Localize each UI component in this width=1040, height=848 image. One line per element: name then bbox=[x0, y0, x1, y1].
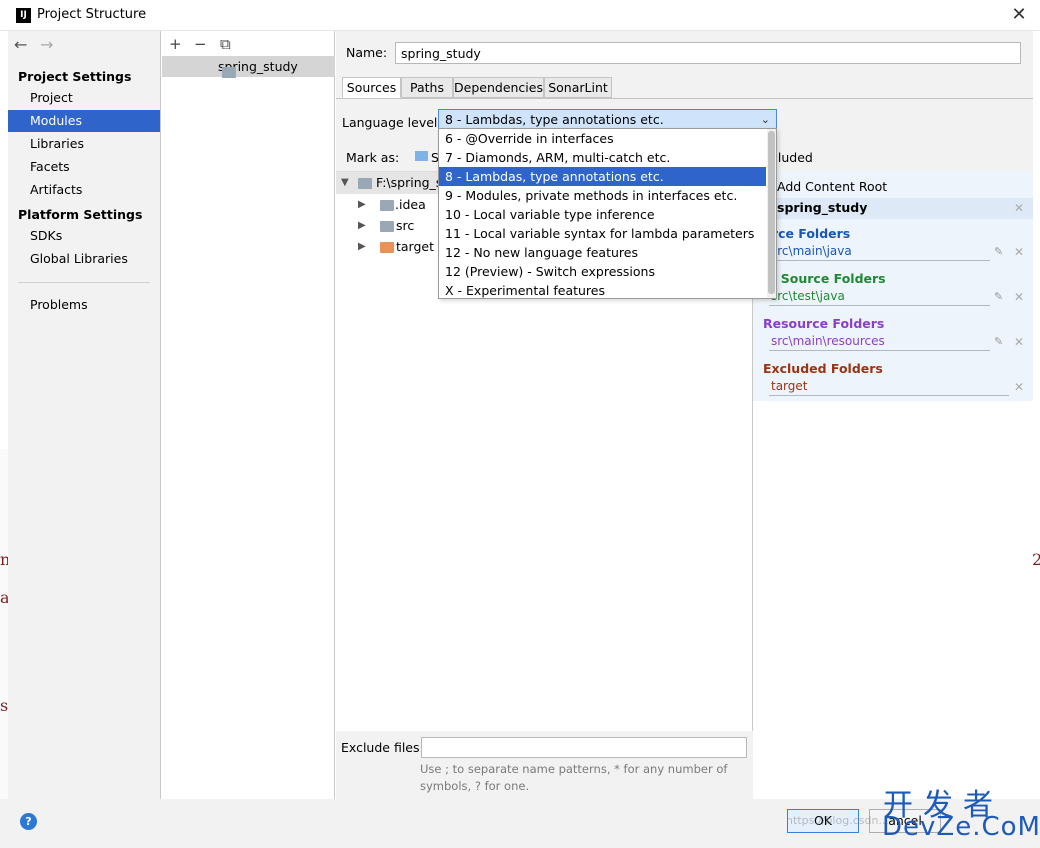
remove-module-icon[interactable]: − bbox=[194, 35, 207, 53]
hint-line: symbols, ? for one. bbox=[420, 779, 530, 793]
tab-paths[interactable]: Paths bbox=[401, 77, 453, 98]
sidebar-item-project[interactable]: Project bbox=[8, 87, 160, 109]
excluded-folders-heading: Excluded Folders bbox=[763, 361, 883, 376]
resource-folder-path: src\main\resources bbox=[771, 334, 885, 348]
dropdown-option[interactable]: 6 - @Override in interfaces bbox=[439, 129, 766, 148]
module-list-item[interactable]: spring_study bbox=[162, 56, 335, 78]
content-roots-panel: Add Content Root spring_study ✕ urce Fol… bbox=[753, 171, 1033, 799]
edit-pencil-icon[interactable]: ✎ bbox=[994, 290, 1003, 303]
edit-pencil-icon[interactable]: ✎ bbox=[994, 335, 1003, 348]
dropdown-option-selected[interactable]: 8 - Lambdas, type annotations etc. bbox=[439, 167, 766, 186]
chevron-down-icon: ⌄ bbox=[760, 113, 770, 126]
path-underline bbox=[769, 260, 990, 261]
folder-icon bbox=[380, 221, 394, 232]
sources-folder-icon bbox=[415, 151, 428, 161]
sidebar-item-facets[interactable]: Facets bbox=[8, 156, 160, 178]
platform-settings-heading: Platform Settings bbox=[18, 207, 143, 222]
sidebar-item-problems[interactable]: Problems bbox=[8, 294, 160, 316]
source-folder-path: src\main\java bbox=[771, 244, 852, 258]
excluded-folder-icon bbox=[380, 242, 394, 253]
path-underline bbox=[769, 395, 1009, 396]
dropdown-option[interactable]: 12 (Preview) - Switch expressions bbox=[439, 262, 766, 281]
chevron-right-icon[interactable]: ▶ bbox=[358, 199, 366, 210]
tree-item-label: target bbox=[396, 239, 435, 254]
content-root-name: spring_study bbox=[777, 200, 868, 215]
exclude-files-section: Exclude files: Use ; to separate name pa… bbox=[336, 731, 753, 799]
watermark: https://blog.csdn... 开发者 DevZe.CoM bbox=[786, 778, 1040, 844]
folder-icon bbox=[380, 200, 394, 211]
remove-icon[interactable]: ✕ bbox=[1014, 290, 1024, 304]
sidebar-divider bbox=[18, 282, 150, 283]
module-name-input[interactable] bbox=[395, 42, 1021, 64]
back-arrow-icon[interactable]: ← bbox=[14, 35, 27, 54]
test-folder-path: src\test\java bbox=[771, 289, 845, 303]
modules-list-panel: + − ⧉ spring_study bbox=[162, 31, 335, 799]
sidebar-item-artifacts[interactable]: Artifacts bbox=[8, 179, 160, 201]
background-glyph: 2 bbox=[1032, 550, 1040, 569]
dropdown-option[interactable]: 12 - No new language features bbox=[439, 243, 766, 262]
sidebar-item-modules[interactable]: Modules bbox=[8, 110, 160, 132]
tab-sources[interactable]: Sources bbox=[342, 77, 401, 98]
language-level-select[interactable]: 8 - Lambdas, type annotations etc. ⌄ bbox=[438, 109, 777, 130]
exclude-files-hint: Use ; to separate name patterns, * for a… bbox=[420, 761, 740, 795]
tab-divider bbox=[336, 98, 1033, 99]
tree-root-label: F:\spring_s bbox=[376, 175, 443, 190]
sidebar-item-libraries[interactable]: Libraries bbox=[8, 133, 160, 155]
edit-pencil-icon[interactable]: ✎ bbox=[994, 245, 1003, 258]
tab-dependencies[interactable]: Dependencies bbox=[453, 77, 544, 98]
tab-sonarlint[interactable]: SonarLint bbox=[544, 77, 612, 98]
sidebar-item-sdks[interactable]: SDKs bbox=[8, 225, 160, 247]
add-content-root-button[interactable]: Add Content Root bbox=[777, 179, 887, 194]
scrollbar-thumb[interactable] bbox=[768, 131, 775, 294]
title-bar: IJ Project Structure ✕ bbox=[0, 0, 1040, 31]
watermark-url: https://blog.csdn... bbox=[786, 814, 889, 827]
chevron-right-icon[interactable]: ▶ bbox=[358, 241, 366, 252]
dropdown-option[interactable]: X - Experimental features bbox=[439, 281, 766, 300]
background-page: n a s bbox=[0, 449, 10, 848]
language-level-dropdown: 6 - @Override in interfaces 7 - Diamonds… bbox=[438, 128, 777, 299]
sidebar-item-global-libraries[interactable]: Global Libraries bbox=[8, 248, 160, 270]
language-level-value: 8 - Lambdas, type annotations etc. bbox=[445, 112, 664, 127]
watermark-text-bottom: DevZe.CoM bbox=[882, 812, 1040, 842]
excluded-folder-path: target bbox=[771, 379, 808, 393]
tree-item-label: .idea bbox=[395, 197, 426, 212]
hint-line: Use ; to separate name patterns, * for a… bbox=[420, 762, 728, 776]
exclude-files-label: Exclude files: bbox=[341, 740, 424, 755]
language-level-label: Language level: bbox=[342, 115, 442, 130]
copy-module-icon[interactable]: ⧉ bbox=[220, 35, 231, 53]
dropdown-option[interactable]: 10 - Local variable type inference bbox=[439, 205, 766, 224]
add-module-icon[interactable]: + bbox=[169, 35, 182, 53]
module-folder-icon bbox=[222, 67, 236, 78]
resource-folders-heading: Resource Folders bbox=[763, 316, 885, 331]
exclude-files-input[interactable] bbox=[421, 737, 747, 758]
project-settings-heading: Project Settings bbox=[18, 69, 132, 84]
window-title: Project Structure bbox=[37, 7, 147, 22]
folder-icon bbox=[358, 178, 372, 189]
intellij-app-icon: IJ bbox=[16, 8, 31, 23]
remove-content-root-icon[interactable]: ✕ bbox=[1014, 201, 1024, 215]
dropdown-option[interactable]: 9 - Modules, private methods in interfac… bbox=[439, 186, 766, 205]
chevron-down-icon[interactable]: ▼ bbox=[341, 177, 349, 188]
mark-as-label: Mark as: bbox=[346, 150, 400, 165]
remove-icon[interactable]: ✕ bbox=[1014, 335, 1024, 349]
dropdown-scrollbar[interactable] bbox=[767, 129, 776, 298]
remove-icon[interactable]: ✕ bbox=[1014, 380, 1024, 394]
settings-sidebar: ← → Project Settings Project Modules Lib… bbox=[8, 31, 161, 799]
forward-arrow-icon[interactable]: → bbox=[40, 35, 53, 54]
dropdown-option[interactable]: 7 - Diamonds, ARM, multi-catch etc. bbox=[439, 148, 766, 167]
remove-icon[interactable]: ✕ bbox=[1014, 245, 1024, 259]
name-label: Name: bbox=[346, 45, 388, 60]
close-window-button[interactable]: ✕ bbox=[1008, 4, 1030, 26]
path-underline bbox=[769, 305, 990, 306]
test-source-folders-heading: st Source Folders bbox=[763, 271, 886, 286]
mark-as-excluded-button[interactable]: cluded bbox=[771, 150, 813, 165]
content-root-row[interactable]: spring_study ✕ bbox=[753, 198, 1033, 219]
help-icon[interactable]: ? bbox=[20, 813, 37, 830]
background-glyph: s bbox=[0, 696, 9, 715]
path-underline bbox=[769, 350, 990, 351]
chevron-right-icon[interactable]: ▶ bbox=[358, 220, 366, 231]
tree-item-label: src bbox=[396, 218, 415, 233]
dropdown-option[interactable]: 11 - Local variable syntax for lambda pa… bbox=[439, 224, 766, 243]
